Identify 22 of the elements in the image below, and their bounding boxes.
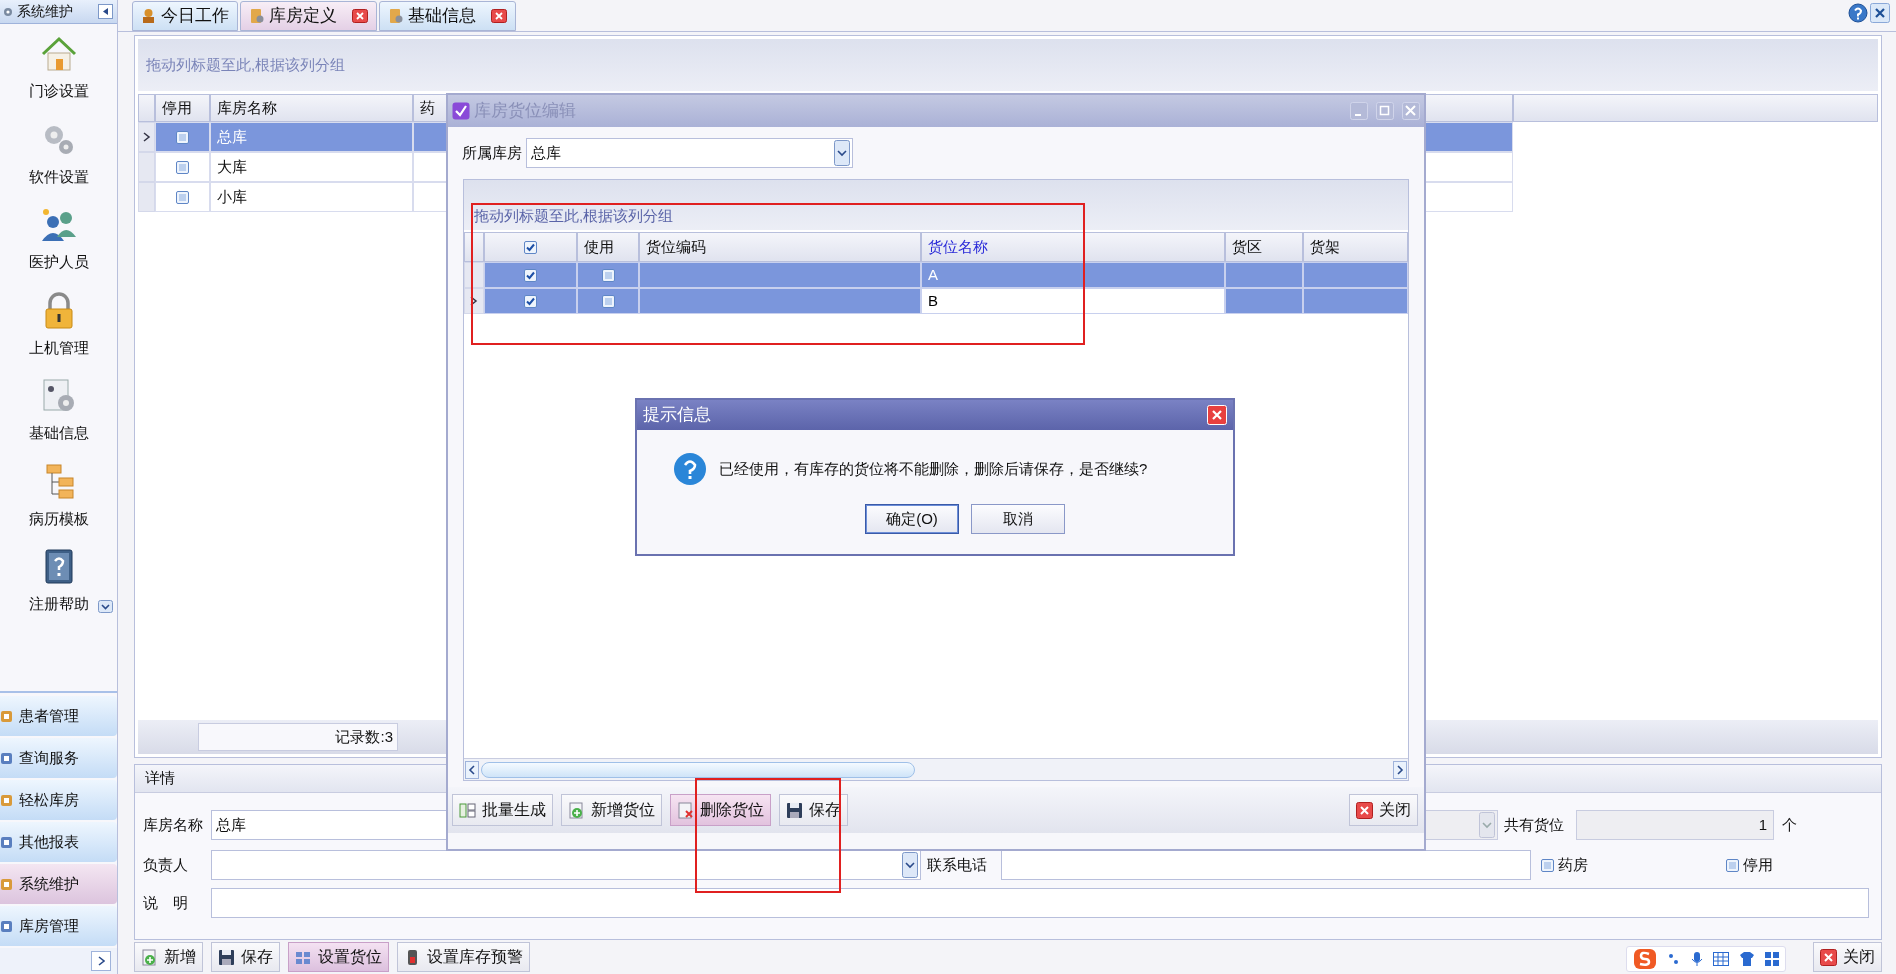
group-hint: 拖动列标题至此,根据该列分组 [146, 54, 346, 75]
field-label: 所属库房 [462, 142, 522, 163]
table-cell: 大库 [210, 152, 413, 182]
field-label: 共有货位 [1504, 814, 1565, 835]
table-cell: A [921, 262, 1225, 288]
count-field: 1 [1576, 810, 1774, 840]
field-label: 联系电话 [927, 854, 988, 875]
table-cell: B [921, 288, 1225, 314]
table-cell: 小库 [210, 182, 413, 212]
section-title: 详情 [145, 768, 175, 789]
sidebar-header: 系统维护 [17, 2, 74, 21]
field-label: 负责人 [143, 854, 189, 875]
checkbox-label: 停用 [1743, 854, 1773, 875]
unit-label: 个 [1782, 814, 1797, 835]
table-cell: 总库 [210, 122, 413, 152]
group-hint: 拖动列标题至此,根据该列分组 [474, 207, 674, 225]
field-label: 说 明 [143, 892, 189, 913]
record-count: 记录数:3 [198, 723, 398, 751]
checkbox-label: 药房 [1558, 854, 1588, 875]
field-label: 库房名称 [143, 814, 204, 835]
message-text: 已经使用，有库存的货位将不能删除，删除后请保存，是否继续? [719, 458, 1148, 479]
window-title: 提示信息 [643, 404, 712, 427]
